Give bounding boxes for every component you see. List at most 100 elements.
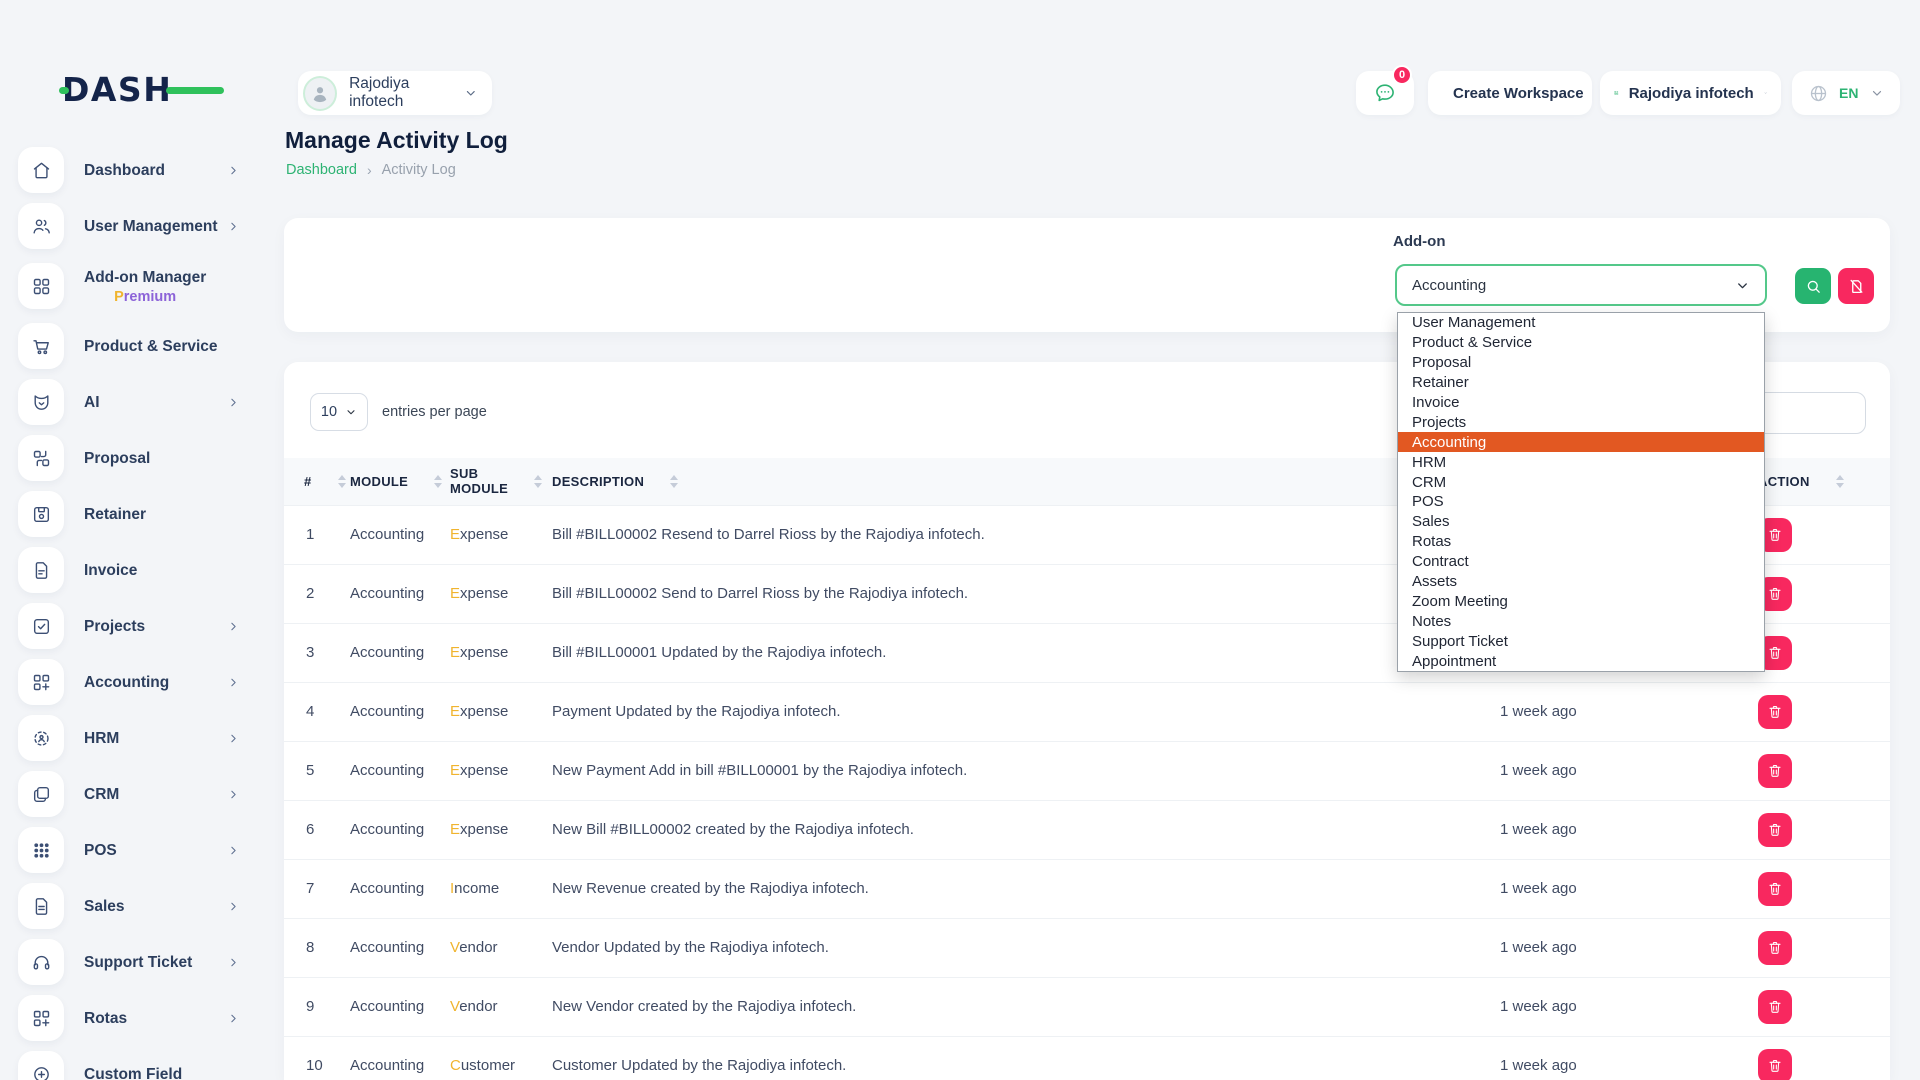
breadcrumb-dashboard-link[interactable]: Dashboard: [286, 162, 357, 178]
file-off-icon: [1848, 278, 1865, 295]
sidebar-item[interactable]: Projects: [0, 598, 262, 654]
sidebar-item-icon: [18, 883, 64, 929]
dropdown-option[interactable]: Notes: [1398, 611, 1764, 631]
sort-icon[interactable]: [338, 475, 346, 488]
messages-button[interactable]: 0: [1356, 71, 1414, 115]
dropdown-option[interactable]: Projects: [1398, 412, 1764, 432]
sidebar-item[interactable]: Proposal: [0, 430, 262, 486]
logo-dash-bar: [166, 87, 224, 94]
sidebar-nav: Dashboard User Management: [0, 142, 262, 1080]
dropdown-option[interactable]: Accounting: [1398, 432, 1764, 452]
reset-filter-button[interactable]: [1838, 268, 1874, 304]
dropdown-option[interactable]: Rotas: [1398, 532, 1764, 552]
sidebar-item[interactable]: Dashboard: [0, 142, 262, 198]
row-module: Accounting: [330, 800, 430, 859]
delete-button[interactable]: [1758, 813, 1792, 847]
row-description: New Vendor created by the Rajodiya infot…: [532, 977, 1480, 1036]
sidebar-item[interactable]: CRM: [0, 766, 262, 822]
trash-icon: [1767, 1058, 1783, 1074]
sidebar-item[interactable]: Sales: [0, 878, 262, 934]
chevron-down-icon: [1764, 86, 1767, 100]
dropdown-option[interactable]: HRM: [1398, 452, 1764, 472]
app-logo[interactable]: DASH: [62, 68, 212, 112]
dropdown-option[interactable]: Contract: [1398, 552, 1764, 572]
trash-icon: [1767, 645, 1783, 661]
globe-icon: [1808, 83, 1829, 104]
sidebar-item-label: HRM: [84, 729, 119, 748]
dropdown-option[interactable]: Appointment: [1398, 651, 1764, 671]
delete-button[interactable]: [1758, 990, 1792, 1024]
sort-icon[interactable]: [434, 475, 442, 488]
dropdown-option[interactable]: Assets: [1398, 572, 1764, 592]
column-header-label: SUB MODULE: [450, 466, 508, 496]
create-workspace-button[interactable]: Create Workspace: [1428, 71, 1592, 115]
sidebar-item[interactable]: Product & Service: [0, 318, 262, 374]
delete-button[interactable]: [1758, 695, 1792, 729]
dropdown-option[interactable]: CRM: [1398, 472, 1764, 492]
sidebar-item[interactable]: Invoice: [0, 542, 262, 598]
trash-icon: [1767, 586, 1783, 602]
table-row: 10 Accounting Customer Customer Updated …: [284, 1036, 1890, 1080]
chevron-right-icon: [227, 900, 240, 913]
search-button[interactable]: [1795, 268, 1831, 304]
sidebar-item-label: Projects: [84, 617, 145, 636]
dropdown-option[interactable]: Invoice: [1398, 393, 1764, 413]
row-module: Accounting: [330, 741, 430, 800]
company-selector[interactable]: Rajodiya infotech: [1600, 71, 1781, 115]
row-date: 1 week ago: [1480, 1036, 1738, 1080]
workspace-selector[interactable]: Rajodiya infotech: [298, 71, 492, 115]
column-header-label: DESCRIPTION: [552, 474, 644, 489]
sidebar-item-label: Add-on Manager: [84, 268, 206, 287]
delete-button[interactable]: [1758, 872, 1792, 906]
language-selector[interactable]: EN: [1792, 71, 1900, 115]
dropdown-option[interactable]: Product & Service: [1398, 333, 1764, 353]
sidebar-item[interactable]: Custom Field: [0, 1046, 262, 1080]
sort-icon[interactable]: [670, 475, 678, 488]
dropdown-option[interactable]: Proposal: [1398, 353, 1764, 373]
column-header[interactable]: #: [284, 458, 330, 505]
sidebar-item[interactable]: Rotas: [0, 990, 262, 1046]
workspace-grid-icon: [1614, 83, 1619, 103]
row-number: 4: [284, 682, 330, 741]
dropdown-option[interactable]: User Management: [1398, 313, 1764, 333]
sidebar-item-icon: [18, 715, 64, 761]
addon-select[interactable]: Accounting: [1395, 264, 1767, 306]
delete-button[interactable]: [1758, 931, 1792, 965]
row-module: Accounting: [330, 623, 430, 682]
sidebar-item[interactable]: User Management: [0, 198, 262, 254]
dropdown-option[interactable]: Support Ticket: [1398, 631, 1764, 651]
sort-icon[interactable]: [534, 475, 542, 488]
dropdown-option[interactable]: Retainer: [1398, 373, 1764, 393]
trash-icon: [1767, 822, 1783, 838]
sidebar-item[interactable]: Accounting: [0, 654, 262, 710]
row-module: Accounting: [330, 505, 430, 564]
sidebar-item-icon: [18, 203, 64, 249]
sort-icon[interactable]: [1836, 475, 1844, 488]
dropdown-option[interactable]: Sales: [1398, 512, 1764, 532]
sidebar-item-label: Proposal: [84, 449, 150, 468]
sidebar-item[interactable]: POS: [0, 822, 262, 878]
delete-button[interactable]: [1758, 1049, 1792, 1080]
column-header[interactable]: DESCRIPTION: [532, 458, 1480, 505]
sidebar-item-icon: [18, 547, 64, 593]
row-sub-module: Vendor: [430, 918, 532, 977]
dropdown-option[interactable]: Zoom Meeting: [1398, 591, 1764, 611]
sidebar-item[interactable]: Retainer: [0, 486, 262, 542]
row-module: Accounting: [330, 977, 430, 1036]
sidebar-item-icon: [18, 659, 64, 705]
row-sub-module: Expense: [430, 741, 532, 800]
sidebar-item[interactable]: Support Ticket: [0, 934, 262, 990]
chevron-down-icon: [1735, 278, 1750, 293]
column-header[interactable]: SUB MODULE: [430, 458, 532, 505]
sidebar-item[interactable]: Add-on Manager Premium: [0, 254, 262, 318]
sidebar-item[interactable]: AI: [0, 374, 262, 430]
sidebar-item-label: Retainer: [84, 505, 146, 524]
sidebar-item[interactable]: HRM: [0, 710, 262, 766]
breadcrumb: Dashboard › Activity Log: [286, 162, 456, 178]
row-number: 8: [284, 918, 330, 977]
entries-per-page-select[interactable]: 10: [310, 393, 368, 431]
delete-button[interactable]: [1758, 754, 1792, 788]
dropdown-option[interactable]: POS: [1398, 492, 1764, 512]
addon-select-value: Accounting: [1412, 277, 1486, 294]
trash-icon: [1767, 940, 1783, 956]
